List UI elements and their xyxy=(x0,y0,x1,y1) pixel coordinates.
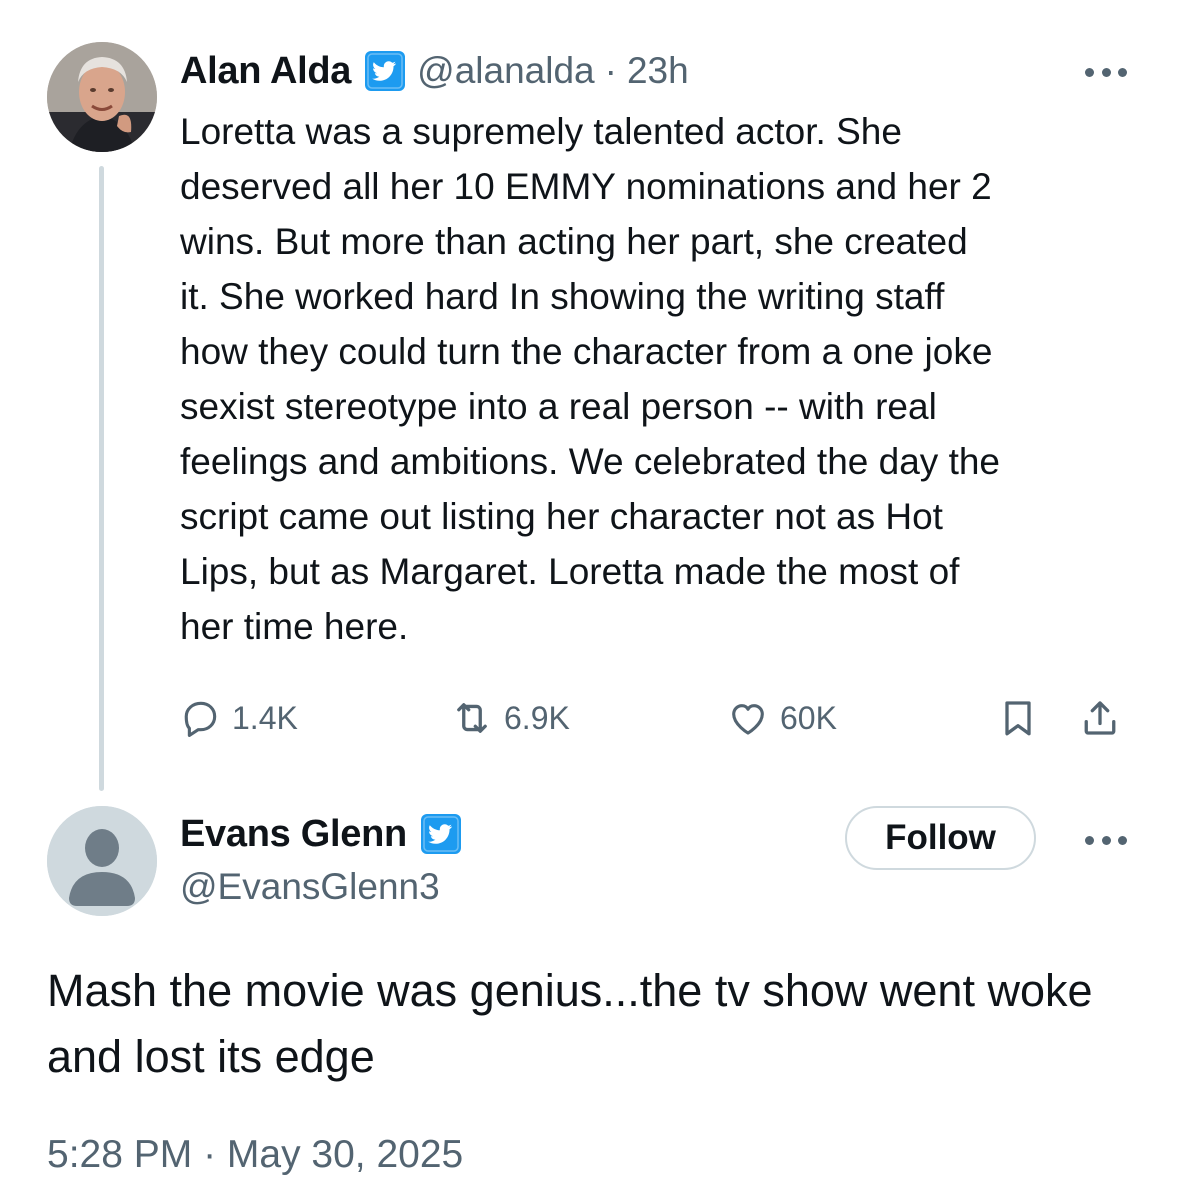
reply-icon xyxy=(184,701,217,737)
verified-badge-icon xyxy=(419,812,463,856)
reply-count: 1.4K xyxy=(232,699,298,736)
avatar[interactable] xyxy=(47,42,157,152)
author-name[interactable]: Alan Alda xyxy=(180,50,351,93)
tweet-actions-bar: 1.4K 6.9K 60K xyxy=(178,690,1128,746)
verified-badge-icon xyxy=(363,49,407,93)
reply-author-row: Evans Glenn xyxy=(180,808,463,860)
share-icon xyxy=(1084,701,1116,735)
reply-button[interactable]: 1.4K xyxy=(178,690,298,746)
retweet-icon xyxy=(457,703,487,733)
reply-tweet-text: Mash the movie was genius...the tv show … xyxy=(47,965,1093,1082)
retweet-button[interactable]: 6.9K xyxy=(450,690,570,746)
share-button[interactable] xyxy=(1078,690,1122,746)
bookmark-icon xyxy=(1005,701,1031,736)
tweet-text: Loretta was a supremely talented actor. … xyxy=(180,111,1000,647)
tweet-timestamp[interactable]: 5:28 PM · May 30, 2025 xyxy=(47,1133,463,1177)
more-icon[interactable] xyxy=(1085,65,1127,79)
tweet-header: Alan Alda @alanalda · 23h xyxy=(180,46,689,96)
tweet-time[interactable]: 23h xyxy=(627,50,689,92)
follow-button[interactable]: Follow xyxy=(845,806,1036,870)
separator-dot: · xyxy=(604,50,617,91)
like-count: 60K xyxy=(780,699,837,736)
bookmark-button[interactable] xyxy=(996,690,1040,746)
author-name[interactable]: Evans Glenn xyxy=(180,813,407,856)
thread-connector-line xyxy=(99,166,104,791)
retweet-count: 6.9K xyxy=(504,699,570,736)
avatar[interactable] xyxy=(47,806,157,916)
author-handle[interactable]: @EvansGlenn3 xyxy=(180,866,440,908)
like-icon xyxy=(732,704,764,735)
tweet-thread-view: Alan Alda @alanalda · 23h Loretta was a … xyxy=(0,0,1179,1200)
like-button[interactable]: 60K xyxy=(726,690,837,746)
more-icon[interactable] xyxy=(1085,833,1127,847)
profile-photo xyxy=(47,42,157,152)
default-avatar-icon xyxy=(47,806,157,916)
author-handle[interactable]: @alanalda xyxy=(417,50,594,92)
